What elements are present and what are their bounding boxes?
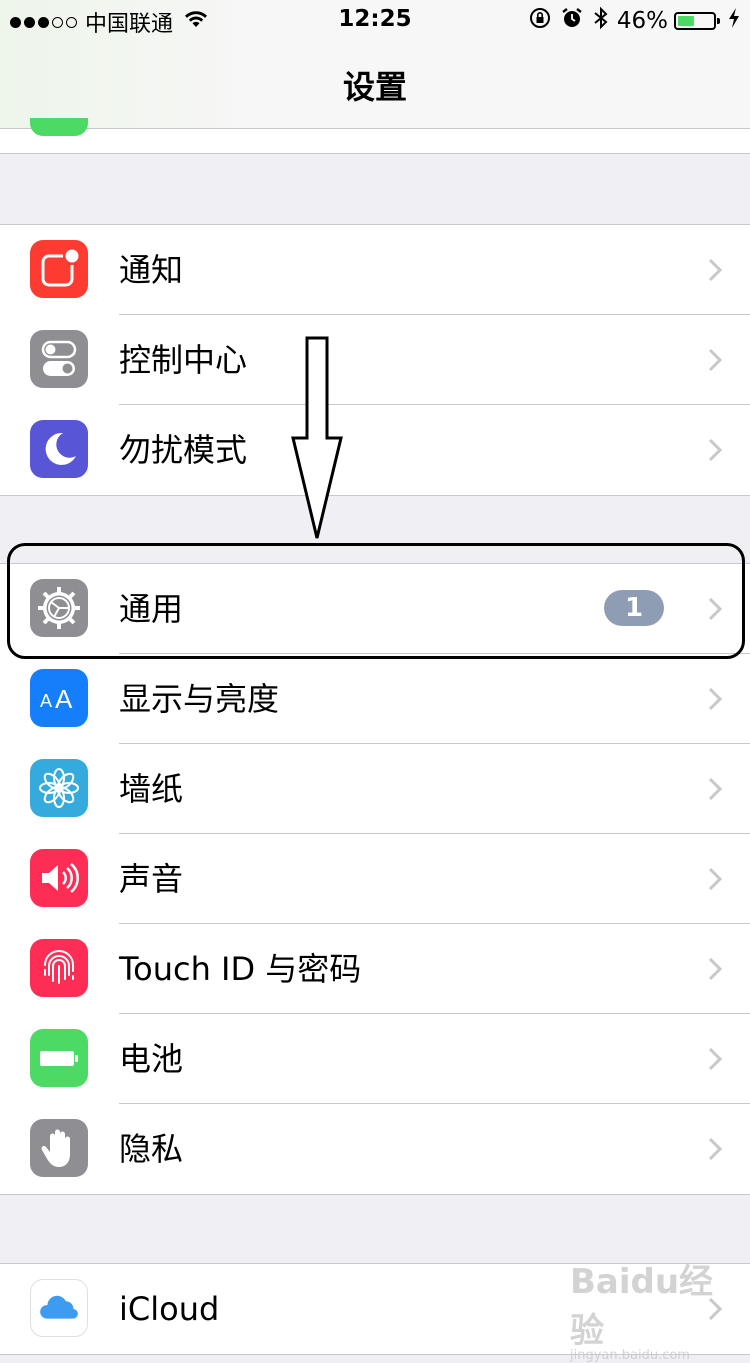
down-arrow-annotation xyxy=(290,336,344,546)
row-label: 通知 xyxy=(119,251,184,289)
chevron-right-icon xyxy=(708,438,723,466)
chevron-right-icon xyxy=(708,348,723,376)
rotation-lock-icon xyxy=(529,7,551,35)
previous-group-peek xyxy=(0,129,750,154)
control-center-icon xyxy=(30,330,88,388)
chevron-right-icon xyxy=(708,258,723,286)
settings-row-sounds[interactable]: 声音 xyxy=(0,834,750,924)
bluetooth-icon xyxy=(593,6,609,36)
chevron-right-icon xyxy=(708,687,723,715)
partial-green-icon xyxy=(30,118,88,136)
display-brightness-icon: A A xyxy=(30,669,88,727)
svg-text:A: A xyxy=(55,684,73,714)
wallpaper-flower-icon xyxy=(30,759,88,817)
battery-indicator xyxy=(674,12,720,30)
watermark-text: Baidu经验 xyxy=(570,1262,714,1351)
chevron-right-icon xyxy=(708,777,723,805)
row-label: 控制中心 xyxy=(119,341,248,379)
row-label: iCloud xyxy=(119,1290,220,1328)
settings-group-1: 通知 控制中心 勿扰模式 xyxy=(0,224,750,496)
settings-row-control-center[interactable]: 控制中心 xyxy=(0,315,750,405)
settings-row-notifications[interactable]: 通知 xyxy=(0,225,750,315)
battery-icon xyxy=(30,1029,88,1087)
row-label: 墙纸 xyxy=(119,770,184,808)
chevron-right-icon xyxy=(708,957,723,985)
battery-fill xyxy=(678,16,694,26)
top-bar: 中国联通 12:25 46% 设置 xyxy=(0,0,750,129)
alarm-icon xyxy=(561,7,583,35)
chevron-right-icon xyxy=(708,867,723,895)
charging-bolt-icon xyxy=(728,7,740,35)
moon-icon xyxy=(30,420,88,478)
svg-text:A: A xyxy=(40,691,52,711)
battery-percent: 46% xyxy=(616,8,668,34)
settings-row-do-not-disturb[interactable]: 勿扰模式 xyxy=(0,405,750,495)
notifications-icon xyxy=(30,240,88,298)
fingerprint-icon xyxy=(30,939,88,997)
speaker-icon xyxy=(30,849,88,907)
row-label: 隐私 xyxy=(119,1130,184,1168)
highlight-box xyxy=(7,543,745,659)
watermark-subtext: jingyan.baidu.com xyxy=(570,1348,690,1363)
row-label: 电池 xyxy=(119,1040,184,1078)
status-right: 46% xyxy=(519,6,740,36)
row-label: 声音 xyxy=(119,860,184,898)
settings-row-battery[interactable]: 电池 xyxy=(0,1014,750,1104)
baidu-watermark: Baidu经验 jingyan.baidu.com xyxy=(570,1254,720,1363)
settings-row-touch-id-passcode[interactable]: Touch ID 与密码 xyxy=(0,924,750,1014)
row-label: Touch ID 与密码 xyxy=(119,950,362,988)
row-label: 显示与亮度 xyxy=(119,680,280,718)
row-label: 勿扰模式 xyxy=(119,431,248,469)
hand-icon xyxy=(30,1119,88,1177)
chevron-right-icon xyxy=(708,1137,723,1165)
settings-row-display-brightness[interactable]: A A 显示与亮度 xyxy=(0,654,750,744)
status-bar: 中国联通 12:25 46% xyxy=(0,0,750,40)
chevron-right-icon xyxy=(708,1047,723,1075)
settings-row-wallpaper[interactable]: 墙纸 xyxy=(0,744,750,834)
icloud-icon xyxy=(30,1279,88,1337)
settings-row-privacy[interactable]: 隐私 xyxy=(0,1104,750,1194)
page-title: 设置 xyxy=(342,68,407,106)
